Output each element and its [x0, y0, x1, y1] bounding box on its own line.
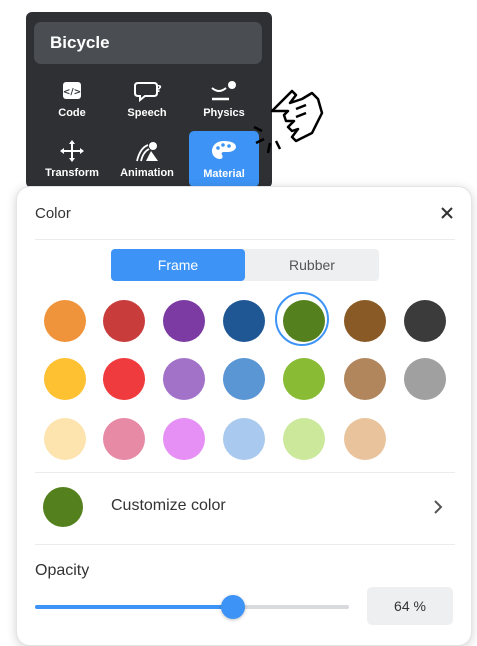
color-swatch[interactable]	[344, 358, 386, 400]
opacity-slider-knob[interactable]	[221, 595, 245, 619]
object-panel: Bicycle </> Code ? Speech Physics Transf…	[26, 12, 272, 188]
tool-code[interactable]: </> Code	[37, 74, 107, 126]
tab-rubber[interactable]: Rubber	[245, 249, 379, 281]
color-swatch[interactable]	[223, 418, 265, 460]
color-popup: Color Frame Rubber Customize color Opaci…	[16, 186, 472, 646]
divider	[35, 472, 455, 473]
code-icon: </>	[63, 82, 81, 99]
opacity-label: Opacity	[35, 562, 90, 579]
tool-speech[interactable]: ? Speech	[112, 74, 182, 126]
color-swatch[interactable]	[163, 418, 205, 460]
opacity-value-field[interactable]: 64 %	[367, 587, 453, 625]
tool-physics-label: Physics	[203, 107, 245, 119]
svg-text:?: ?	[156, 84, 162, 95]
color-swatch[interactable]	[103, 358, 145, 400]
tool-animation-label: Animation	[120, 167, 174, 179]
close-icon[interactable]	[441, 207, 453, 219]
color-swatch[interactable]	[404, 358, 446, 400]
tool-speech-label: Speech	[127, 107, 167, 119]
tool-physics[interactable]: Physics	[189, 74, 259, 126]
color-swatch[interactable]	[163, 358, 205, 400]
color-swatch[interactable]	[283, 418, 325, 460]
physics-icon	[211, 81, 236, 101]
color-swatch[interactable]	[103, 300, 145, 342]
tool-animation[interactable]: Animation	[112, 134, 182, 186]
color-swatch[interactable]	[404, 300, 446, 342]
part-tabs: Frame Rubber	[111, 249, 379, 281]
tab-frame[interactable]: Frame	[111, 249, 245, 281]
color-swatch[interactable]	[275, 292, 329, 346]
custom-color-preview	[43, 487, 83, 527]
customize-color-label: Customize color	[111, 497, 226, 514]
tool-transform[interactable]: Transform	[37, 134, 107, 186]
object-name[interactable]: Bicycle	[34, 22, 262, 64]
opacity-slider[interactable]	[35, 595, 349, 619]
pointing-hand-cursor-icon	[253, 89, 324, 154]
divider	[35, 239, 455, 240]
color-swatch[interactable]	[44, 358, 86, 400]
color-swatch[interactable]	[223, 300, 265, 342]
move-arrows-icon	[60, 140, 84, 162]
opacity-slider-fill	[35, 605, 233, 609]
tool-code-label: Code	[58, 107, 86, 119]
color-swatch[interactable]	[44, 418, 86, 460]
animation-icon	[136, 142, 158, 162]
color-swatch[interactable]	[344, 418, 386, 460]
speech-bubble-icon: ?	[134, 82, 162, 102]
customize-color-row[interactable]: Customize color	[35, 483, 455, 531]
tool-material-label: Material	[203, 168, 245, 180]
color-swatch[interactable]	[163, 300, 205, 342]
divider	[35, 544, 455, 545]
tool-transform-label: Transform	[45, 167, 99, 179]
chevron-right-icon	[434, 500, 443, 514]
color-swatch[interactable]	[103, 418, 145, 460]
color-swatch[interactable]	[283, 358, 325, 400]
tool-material[interactable]: Material	[189, 131, 259, 187]
palette-icon	[212, 141, 236, 159]
color-swatch[interactable]	[44, 300, 86, 342]
color-swatch[interactable]	[223, 358, 265, 400]
popup-title: Color	[35, 205, 71, 222]
svg-text:</>: </>	[63, 88, 81, 98]
color-swatch[interactable]	[344, 300, 386, 342]
